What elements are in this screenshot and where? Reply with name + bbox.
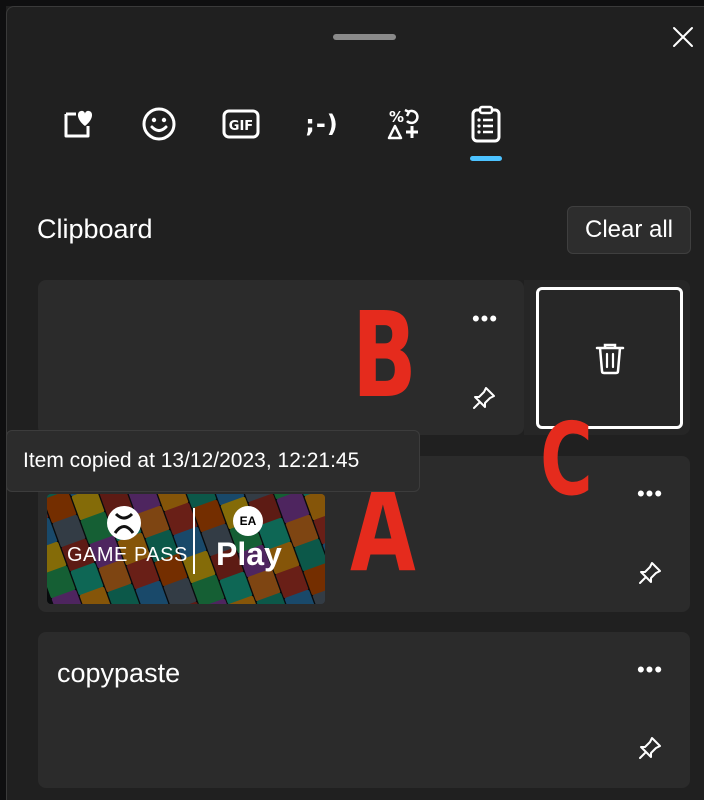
category-tabs: GIF ;-) % bbox=[0, 96, 704, 166]
svg-text:%: % bbox=[389, 108, 404, 126]
pin-icon bbox=[473, 387, 495, 409]
ea-logo-icon: EA bbox=[233, 506, 263, 536]
item-2-pin-button[interactable] bbox=[632, 555, 668, 591]
game-pass-text: GAME PASS bbox=[67, 544, 188, 566]
close-button[interactable] bbox=[666, 20, 700, 54]
clipboard-icon bbox=[471, 105, 501, 143]
item-2-more-button[interactable]: ••• bbox=[630, 479, 670, 509]
tab-symbols[interactable]: % bbox=[376, 96, 432, 152]
smiley-icon bbox=[142, 107, 176, 141]
logo-divider bbox=[193, 508, 195, 574]
clear-all-button[interactable]: Clear all bbox=[567, 206, 691, 254]
section-title: Clipboard bbox=[37, 214, 153, 244]
tab-favorites[interactable] bbox=[50, 96, 106, 152]
annotation-c: C bbox=[540, 401, 593, 518]
item-3-more-button[interactable]: ••• bbox=[630, 655, 670, 685]
symbols-icon: % bbox=[387, 108, 419, 140]
tab-emoji[interactable] bbox=[131, 96, 187, 152]
item-3-pin-button[interactable] bbox=[632, 730, 668, 766]
annotation-b: B bbox=[352, 286, 417, 424]
game-pass-thumbnail: GAME PASS EA Play bbox=[47, 494, 325, 604]
gif-icon-label: GIF bbox=[229, 119, 253, 134]
gif-icon: GIF bbox=[222, 109, 260, 139]
clipboard-item-text[interactable] bbox=[38, 632, 690, 788]
pin-icon bbox=[639, 737, 661, 759]
kaomoji-icon: ;-) bbox=[305, 110, 339, 138]
heart-note-icon bbox=[64, 110, 93, 138]
tab-gif[interactable]: GIF bbox=[213, 96, 269, 152]
clipboard-item-text-content: copypaste bbox=[57, 658, 181, 688]
pin-icon bbox=[639, 562, 661, 584]
clipboard-item-empty[interactable] bbox=[38, 280, 524, 435]
tab-clipboard[interactable] bbox=[458, 96, 514, 152]
item-copied-tooltip: Item copied at 13/12/2023, 12:21:45 bbox=[6, 430, 420, 492]
xbox-logo-icon bbox=[107, 506, 141, 540]
active-tab-indicator bbox=[470, 156, 502, 161]
trash-icon bbox=[595, 343, 624, 375]
play-text: Play bbox=[216, 536, 282, 572]
item-1-pin-button[interactable] bbox=[466, 380, 502, 416]
close-icon bbox=[673, 27, 693, 47]
tab-kaomoji[interactable]: ;-) bbox=[294, 96, 350, 152]
drag-handle[interactable] bbox=[333, 34, 396, 40]
item-1-more-button[interactable]: ••• bbox=[465, 304, 505, 334]
